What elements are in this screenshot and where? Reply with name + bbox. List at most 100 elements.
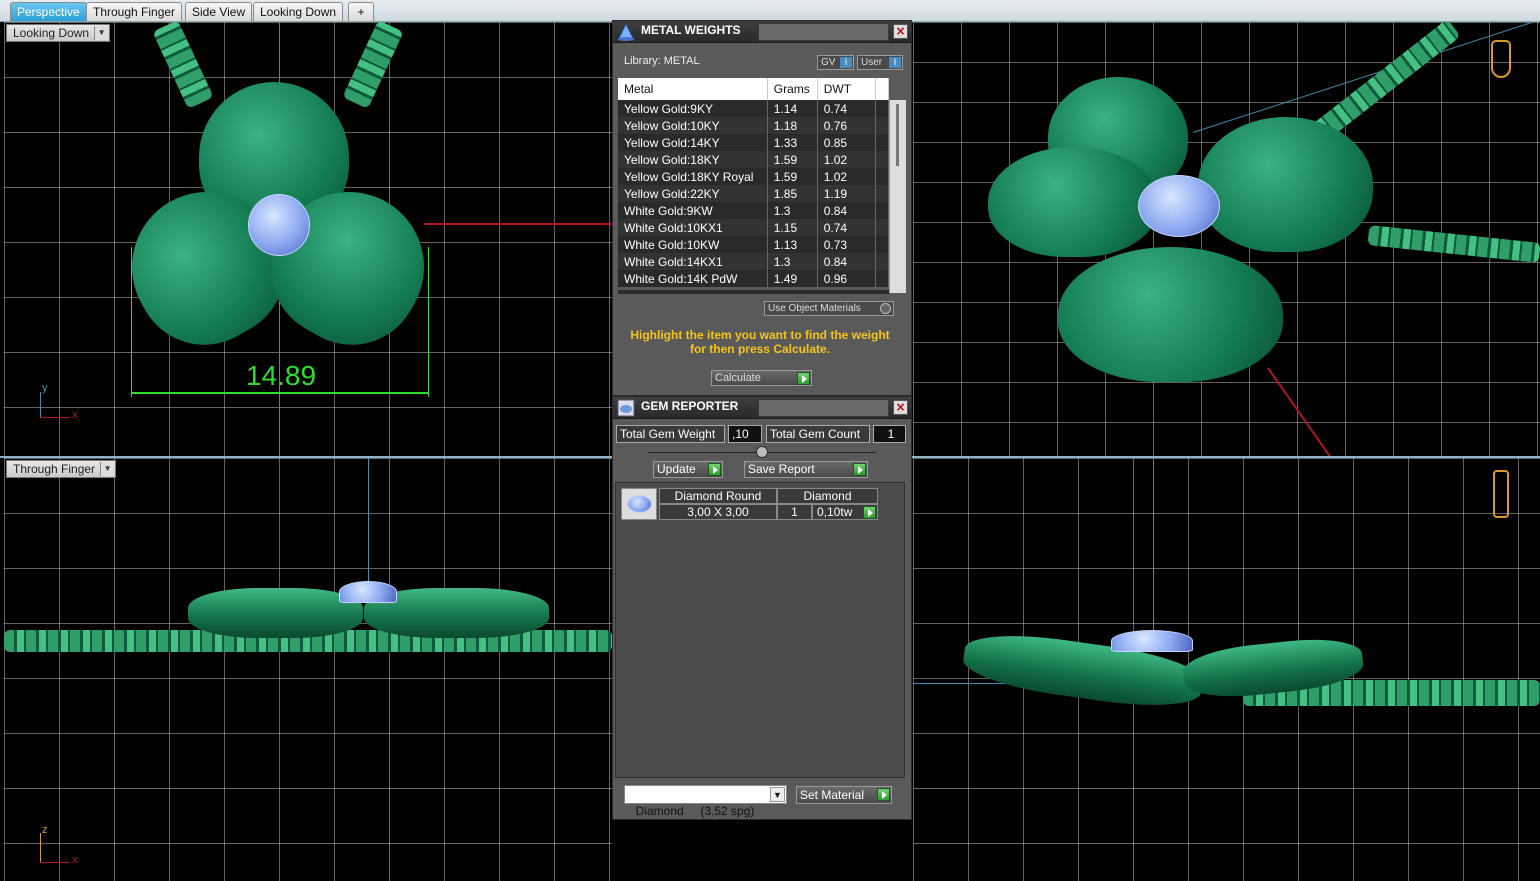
grams-cell: 1.14 <box>767 100 818 117</box>
use-object-materials-toggle[interactable]: Use Object Materials <box>764 301 894 316</box>
axis-label-x: x <box>72 854 78 866</box>
gv-toggle[interactable]: GV I <box>817 55 854 70</box>
metal-weights-header[interactable]: METAL WEIGHTS × <box>613 21 911 43</box>
gem-reporter-title: GEM REPORTER <box>641 399 739 413</box>
metal-name-cell: Yellow Gold:22KY <box>618 185 768 202</box>
radio-icon <box>880 303 891 314</box>
dwt-cell: 0.74 <box>817 100 876 117</box>
add-view-tab-button[interactable]: + <box>348 2 374 21</box>
table-scrollbar-thumb[interactable] <box>896 104 899 166</box>
axis-indicator-horizontal <box>40 417 70 418</box>
perspective-axis-red <box>1267 367 1338 456</box>
table-row[interactable]: Yellow Gold:14KY 1.33 0.85 <box>618 134 890 151</box>
clover-leaf-left-3d <box>988 147 1158 257</box>
column-header-spacer <box>875 78 890 100</box>
play-icon <box>853 463 866 476</box>
header-fill <box>758 23 889 41</box>
table-row[interactable]: Yellow Gold:22KY 1.85 1.19 <box>618 185 890 202</box>
total-gem-weight-label: Total Gem Weight <box>616 425 725 443</box>
metal-name-cell: White Gold:14K PdW <box>618 270 768 287</box>
gem-name: Diamond Round <box>659 488 777 504</box>
axis-label-x: x <box>72 409 78 421</box>
splitter-handle[interactable] <box>756 446 768 458</box>
viewport-view-selector[interactable]: Looking Down ▼ <box>6 24 111 42</box>
axis-label-y: y <box>42 382 48 394</box>
row-spacer <box>875 185 890 202</box>
row-spacer <box>875 168 890 185</box>
play-icon <box>797 372 810 385</box>
ring-orientation-icon[interactable] <box>1491 40 1511 78</box>
column-header-dwt[interactable]: DWT <box>817 78 876 100</box>
axis-indicator-vertical <box>40 833 41 863</box>
column-header-grams[interactable]: Grams <box>767 78 818 100</box>
row-spacer <box>875 270 890 287</box>
dimension-guide-right <box>428 247 429 397</box>
close-icon[interactable]: × <box>893 400 908 415</box>
table-row[interactable]: White Gold:14KX1 1.3 0.84 <box>618 253 890 270</box>
update-button[interactable]: Update <box>653 461 723 478</box>
table-row[interactable]: Yellow Gold:18KY Royal 1.59 1.02 <box>618 168 890 185</box>
calculate-label: Calculate <box>715 372 761 384</box>
grams-cell: 1.13 <box>767 236 818 253</box>
chain-front <box>1367 225 1540 263</box>
clover-leaf-front-3d <box>1058 247 1283 382</box>
column-header-metal[interactable]: Metal <box>618 78 768 100</box>
table-row[interactable]: White Gold:10KW 1.13 0.73 <box>618 236 890 253</box>
metal-name-cell: Yellow Gold:10KY <box>618 117 768 134</box>
play-icon <box>708 463 721 476</box>
update-label: Update <box>657 462 696 476</box>
metal-weights-icon <box>617 22 635 41</box>
tab-through-finger[interactable]: Through Finger <box>86 2 183 21</box>
calculate-instruction: Highlight the item you want to find the … <box>630 328 890 356</box>
tab-perspective[interactable]: Perspective <box>10 2 87 21</box>
gem-side-3d <box>1111 630 1193 652</box>
play-icon <box>877 788 890 801</box>
viewport-label: Looking Down <box>13 26 90 40</box>
grams-cell: 1.49 <box>767 270 818 287</box>
metal-name-cell: White Gold:10KX1 <box>618 219 768 236</box>
grams-cell: 1.15 <box>767 219 818 236</box>
clover-side-left <box>188 588 363 638</box>
clover-leaf-right-3d <box>1198 117 1373 252</box>
viewport-looking-down[interactable]: Looking Down ▼ 14.89 y x <box>4 22 612 456</box>
calculate-button[interactable]: Calculate <box>711 370 812 386</box>
z-axis-line <box>1153 458 1154 638</box>
save-report-button[interactable]: Save Report <box>744 461 868 478</box>
viewport-perspective[interactable] <box>913 22 1540 456</box>
table-row[interactable]: White Gold:10KX1 1.15 0.74 <box>618 219 890 236</box>
row-spacer <box>875 253 890 270</box>
row-spacer <box>875 134 890 151</box>
viewport-side-view[interactable]: z y <box>913 458 1540 881</box>
axis-label-z: z <box>42 824 48 836</box>
gem-weight-button[interactable]: 0,10tw <box>812 504 878 520</box>
close-icon[interactable]: × <box>893 24 908 39</box>
viewport-view-selector[interactable]: Through Finger ▼ <box>6 460 117 478</box>
table-row[interactable]: White Gold:9KW 1.3 0.84 <box>618 202 890 219</box>
chevron-down-icon: ▼ <box>94 26 109 40</box>
set-material-button[interactable]: Set Material <box>796 786 892 804</box>
gem-reporter-header[interactable]: GEM REPORTER × <box>613 397 911 419</box>
metal-name-cell: Yellow Gold:18KY <box>618 151 768 168</box>
tab-side-view[interactable]: Side View <box>185 2 253 21</box>
dimension-line <box>131 392 429 394</box>
set-material-label: Set Material <box>800 788 865 802</box>
chevron-down-icon: ▼ <box>100 462 115 476</box>
table-row[interactable]: Yellow Gold:9KY 1.14 0.74 <box>618 100 890 117</box>
viewport-label: Through Finger <box>13 462 96 476</box>
table-scrollbar[interactable] <box>889 100 906 293</box>
viewport-through-finger[interactable]: Through Finger ▼ z x <box>4 458 612 881</box>
material-select[interactable]: Diamond (3,52 spg) ▼ <box>624 785 787 818</box>
table-row[interactable]: Yellow Gold:10KY 1.18 0.76 <box>618 117 890 134</box>
grams-cell: 1.85 <box>767 185 818 202</box>
table-row[interactable]: White Gold:14K PdW 1.49 0.96 <box>618 270 890 287</box>
center-gem <box>248 194 310 256</box>
row-spacer <box>875 151 890 168</box>
gem-thumbnail[interactable] <box>621 488 657 520</box>
ring-orientation-icon[interactable] <box>1493 470 1509 518</box>
grams-cell: 1.59 <box>767 151 818 168</box>
table-row[interactable]: Yellow Gold:18KY 1.59 1.02 <box>618 151 890 168</box>
user-toggle[interactable]: User I <box>857 55 903 70</box>
center-gem-3d <box>1138 175 1220 237</box>
axis-indicator-vertical <box>40 392 41 418</box>
tab-looking-down[interactable]: Looking Down <box>253 2 344 21</box>
